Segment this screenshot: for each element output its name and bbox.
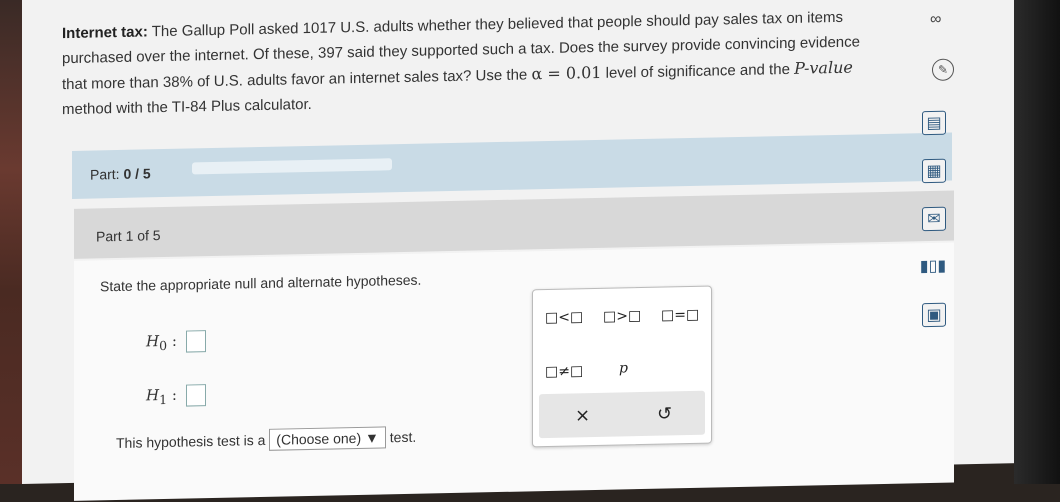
photo-right-edge bbox=[1014, 0, 1060, 484]
chart-icon[interactable]: ▮▯▮ bbox=[920, 255, 946, 277]
h0-row: H0 : bbox=[146, 330, 206, 353]
h1-sub: 1 bbox=[159, 391, 168, 408]
mail-icon[interactable]: ✉ bbox=[922, 206, 946, 232]
not-equal-button[interactable]: □≠□ bbox=[545, 363, 583, 380]
problem-statement: Internet tax: The Gallup Poll asked 1017… bbox=[62, 3, 942, 122]
book-icon[interactable]: ▦ bbox=[922, 158, 946, 184]
test-type-line: This hypothesis test is a (Choose one) ▼… bbox=[116, 426, 416, 454]
p-button[interactable]: p bbox=[619, 360, 628, 376]
h0-label: H bbox=[146, 332, 160, 351]
tool-sidebar: ▤ ▦ ✉ ▮▯▮ ▣ bbox=[920, 110, 952, 328]
browser-screen: Internet tax: The Gallup Poll asked 1017… bbox=[22, 0, 1022, 501]
answer-area: State the appropriate null and alternate… bbox=[74, 242, 954, 501]
palette-actions: × ↺ bbox=[539, 390, 705, 439]
undo-button[interactable]: ↺ bbox=[657, 403, 672, 424]
h1-input[interactable] bbox=[185, 384, 206, 407]
h1-label: H bbox=[146, 386, 160, 405]
chevron-down-icon: ▼ bbox=[365, 429, 379, 446]
less-than-button[interactable]: □<□ bbox=[545, 309, 583, 326]
h1-row: H1 : bbox=[146, 384, 206, 407]
infinity-icon[interactable]: ∞ bbox=[930, 11, 941, 29]
problem-line3b: level of significance and the bbox=[601, 60, 795, 82]
math-palette: □<□ □>□ □=□ □≠□ p × ↺ bbox=[532, 285, 712, 448]
part-header-text: Part 1 of 5 bbox=[96, 227, 161, 245]
alpha-value: α = 0.01 bbox=[531, 62, 602, 84]
problem-line4: method with the TI-84 Plus calculator. bbox=[62, 95, 312, 119]
part-progress-bar: Part: 0 / 5 bbox=[72, 132, 952, 199]
problem-title: Internet tax: bbox=[62, 23, 148, 43]
h0-sub: 0 bbox=[159, 337, 168, 354]
test-type-select[interactable]: (Choose one) ▼ bbox=[269, 426, 386, 451]
h0-input[interactable] bbox=[185, 330, 206, 353]
clear-button[interactable]: × bbox=[575, 405, 590, 426]
instruction-text: State the appropriate null and alternate… bbox=[100, 271, 422, 295]
pvalue-label: P-value bbox=[794, 57, 853, 78]
progress-track bbox=[192, 158, 392, 175]
data-icon[interactable]: ▣ bbox=[922, 302, 946, 328]
pencil-icon[interactable]: ✎ bbox=[932, 58, 954, 81]
problem-line3a: that more than 38% of U.S. adults favor … bbox=[62, 66, 532, 94]
greater-than-button[interactable]: □>□ bbox=[603, 308, 641, 325]
part-count: 0 / 5 bbox=[123, 165, 151, 182]
calculator-icon[interactable]: ▤ bbox=[922, 110, 946, 136]
part-label: Part: 0 / 5 bbox=[90, 165, 151, 183]
equals-button[interactable]: □=□ bbox=[661, 307, 699, 324]
